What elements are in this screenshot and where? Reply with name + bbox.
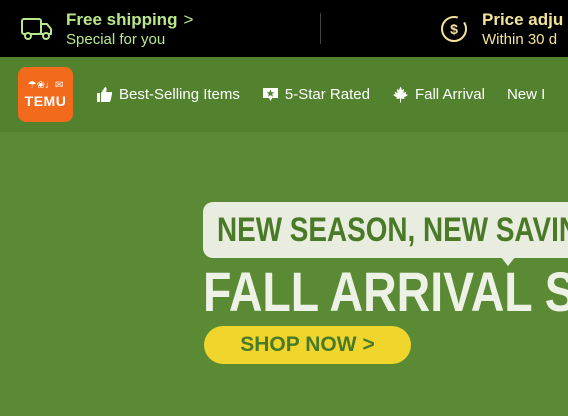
shop-now-button[interactable]: SHOP NOW > [204,326,411,364]
nav-item-fall-arrival[interactable]: Fall Arrival [392,86,485,103]
promo-divider [320,13,321,44]
nav-item-five-star[interactable]: 5-Star Rated [262,86,370,103]
nav-item-label: Fall Arrival [414,86,485,103]
chevron-right-icon: > [183,9,194,29]
maple-leaf-icon [392,86,409,103]
price-adjustment-subtitle: Within 30 d [482,30,558,48]
nav-item-label: New I [506,86,546,103]
speech-bubble: NEW SEASON, NEW SAVING [203,202,568,258]
hero-banner[interactable]: NEW SEASON, NEW SAVING FALL ARRIVAL SA S… [0,132,568,416]
truck-icon [20,16,54,42]
main-nav: ☂❀♩✉ TEMU Best-Selling Items 5-Star Rate… [0,57,568,132]
hero-bubble-text: NEW SEASON, NEW SAVING [217,211,568,249]
nav-item-new[interactable]: New I [507,86,545,103]
star-badge-icon [262,86,279,103]
free-shipping-promo[interactable]: Free shipping > Special for you [20,0,193,57]
logo-text: TEMU [24,92,67,109]
free-shipping-title: Free shipping > [66,9,194,29]
shop-now-label: SHOP NOW [240,333,357,356]
logo-glyphs: ☂❀♩✉ [27,79,64,91]
price-adjustment-title: Price adju [482,9,564,29]
free-shipping-subtitle: Special for you [66,30,166,48]
thumbs-up-icon [96,86,113,103]
chevron-right-icon: > [362,333,375,356]
svg-text:$: $ [450,21,458,37]
temu-logo[interactable]: ☂❀♩✉ TEMU [18,67,73,122]
nav-item-best-selling[interactable]: Best-Selling Items [96,86,240,103]
nav-item-label: Best-Selling Items [119,86,240,103]
promo-bar: Free shipping > Special for you $ Price a… [0,0,568,57]
nav-item-label: 5-Star Rated [284,86,370,103]
dollar-badge-icon: $ [438,13,470,45]
price-adjustment-promo[interactable]: $ Price adju Within 30 d [438,0,563,57]
hero-title: FALL ARRIVAL SA [203,260,568,323]
